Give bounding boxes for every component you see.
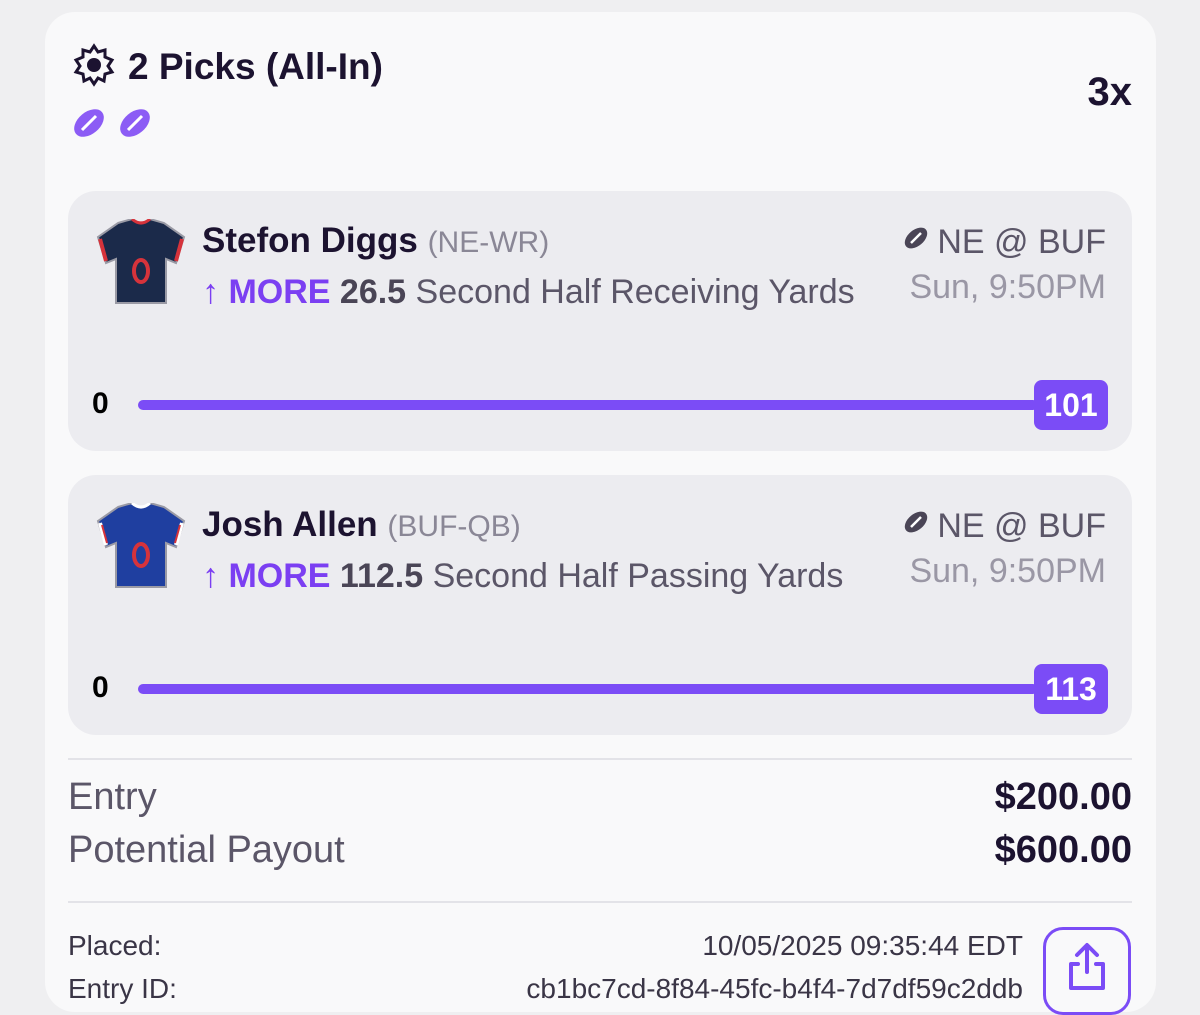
game-matchup: NE @ BUF: [937, 223, 1106, 261]
jersey-icon: [96, 501, 186, 594]
progress-bar: [138, 400, 1038, 410]
football-icon: [70, 104, 108, 147]
progress-bar: [138, 684, 1038, 694]
player-position: (NE-WR): [427, 226, 550, 259]
placed-value: 10/05/2025 09:35:44 EDT: [702, 930, 1023, 961]
payout-value: $600.00: [994, 829, 1132, 871]
entry-title: 2 Picks (All-In): [128, 45, 383, 87]
progress-min: 0: [92, 671, 109, 704]
pick-direction: MORE: [228, 557, 331, 595]
entry-label: Entry: [68, 776, 157, 818]
player-position: (BUF-QB): [387, 510, 521, 543]
football-icon: [901, 507, 931, 546]
pick-card[interactable]: Josh Allen (BUF-QB) ↑ MORE 112.5 Second …: [68, 475, 1132, 735]
sport-icons: [70, 104, 154, 147]
game-time: Sun, 9:50PM: [909, 552, 1106, 590]
jersey-icon: [96, 217, 186, 310]
share-button[interactable]: [1043, 927, 1131, 1015]
pick-line-value: 112.5: [339, 557, 424, 595]
progress-value: 113: [1034, 664, 1108, 714]
entry-header: 2 Picks (All-In): [70, 40, 383, 93]
game-time: Sun, 9:50PM: [909, 268, 1106, 306]
entry-id-row: Entry ID: cb1bc7cd-8f84-45fc-b4f4-7d7df5…: [68, 973, 1023, 1005]
payout-label: Potential Payout: [68, 829, 345, 871]
pick-line: ↑ MORE 112.5 Second Half Passing Yards: [202, 551, 862, 601]
placed-label: Placed:: [68, 930, 162, 961]
football-icon: [901, 223, 931, 262]
game-info: NE @ BUF Sun, 9:50PM: [901, 507, 1106, 591]
football-icon: [116, 104, 154, 147]
progress-min: 0: [92, 387, 109, 420]
placed-row: Placed: 10/05/2025 09:35:44 EDT: [68, 930, 1023, 962]
entry-id-value: cb1bc7cd-8f84-45fc-b4f4-7d7df59c2ddb: [526, 973, 1023, 1004]
game-matchup: NE @ BUF: [937, 507, 1106, 545]
player-name-text: Josh Allen: [202, 505, 378, 544]
gear-icon: [70, 40, 118, 93]
divider: [68, 901, 1132, 903]
game-info: NE @ BUF Sun, 9:50PM: [901, 223, 1106, 307]
entry-id-label: Entry ID:: [68, 973, 177, 1004]
pick-line-value: 26.5: [339, 273, 407, 311]
player-name: Stefon Diggs (NE-WR): [202, 221, 549, 261]
progress-value: 101: [1034, 380, 1108, 430]
pick-card[interactable]: Stefon Diggs (NE-WR) ↑ MORE 26.5 Second …: [68, 191, 1132, 451]
player-name-text: Stefon Diggs: [202, 221, 418, 260]
pick-direction: MORE: [228, 273, 331, 311]
divider: [68, 758, 1132, 760]
payout-multiplier: 3x: [1087, 70, 1133, 114]
player-name: Josh Allen (BUF-QB): [202, 505, 521, 545]
pick-stat: Second Half Passing Yards: [432, 557, 844, 595]
pick-stat: Second Half Receiving Yards: [415, 273, 855, 311]
payout-row: Potential Payout $600.00: [68, 829, 1132, 872]
pick-line: ↑ MORE 26.5 Second Half Receiving Yards: [202, 267, 862, 317]
arrow-up-icon: ↑: [202, 273, 219, 311]
arrow-up-icon: ↑: [202, 557, 219, 595]
entry-value: $200.00: [994, 776, 1132, 818]
entry-row: Entry $200.00: [68, 776, 1132, 819]
share-icon: [1065, 942, 1109, 997]
